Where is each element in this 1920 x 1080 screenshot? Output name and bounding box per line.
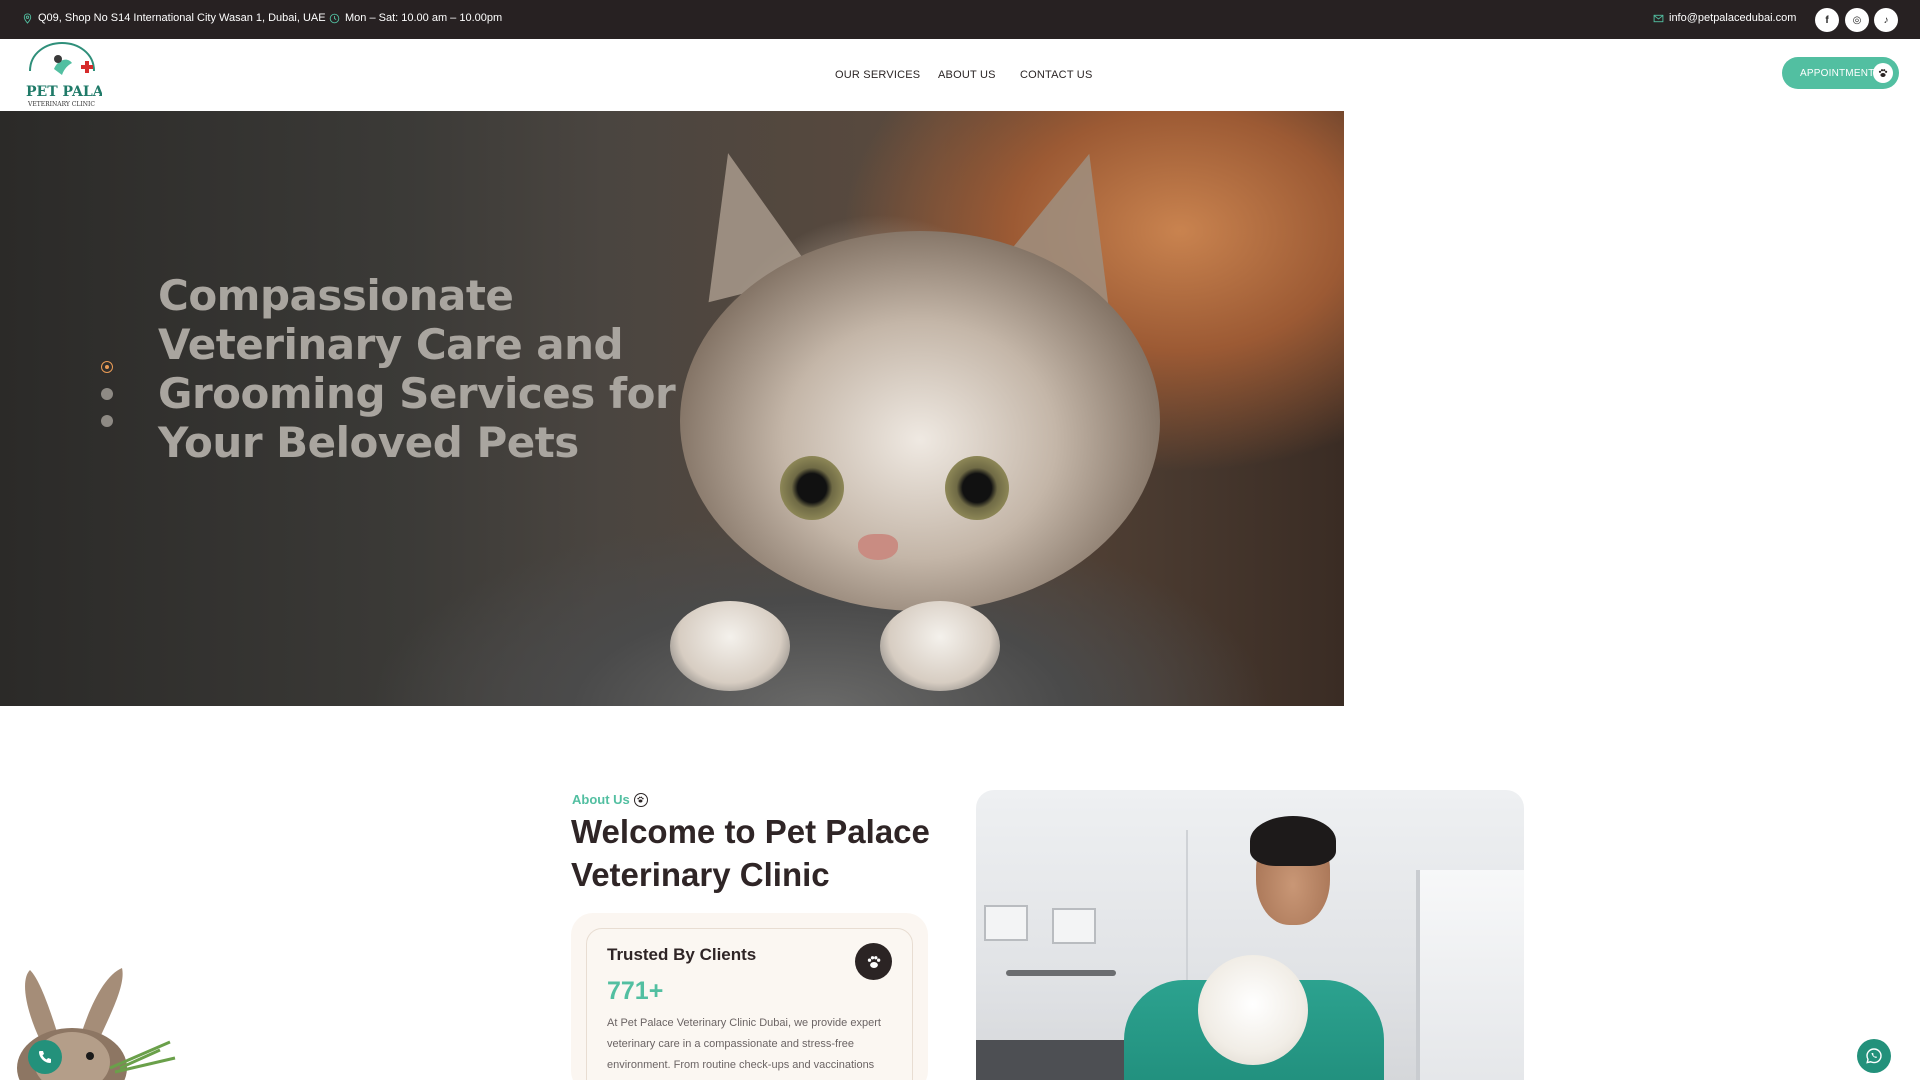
about-us-label: About Us [572, 792, 648, 807]
whatsapp-button[interactable] [1857, 1039, 1891, 1073]
email-link[interactable]: info@petpalacedubai.com [1653, 12, 1796, 24]
email-text: info@petpalacedubai.com [1669, 12, 1797, 24]
hero-image-part [880, 601, 1000, 691]
hours-text: Mon – Sat: 10.00 am – 10.00pm [345, 12, 503, 24]
image-part [1250, 816, 1336, 866]
paw-icon [633, 792, 648, 807]
site-header: PET PALACE VETERINARY CLINIC OUR SERVICE… [0, 39, 1920, 111]
about-us-label-text: About Us [572, 792, 630, 807]
hero-kitten-image [680, 231, 1160, 611]
nav-about-us[interactable]: ABOUT US [938, 69, 996, 81]
hero-image-part [670, 601, 790, 691]
trusted-card-title: Trusted By Clients [607, 945, 757, 964]
whatsapp-icon [1866, 1048, 1882, 1064]
about-heading: Welcome to Pet Palace Veterinary Clinic [571, 813, 930, 893]
hero-slider[interactable]: Compassionate Veterinary Care and Groomi… [0, 111, 1344, 706]
logo-line2: VETERINARY CLINIC [27, 101, 95, 108]
slider-dot-1[interactable] [101, 361, 113, 373]
hero-title: Compassionate Veterinary Care and Groomi… [158, 271, 676, 467]
image-part [1416, 870, 1524, 1080]
hero-image-part [858, 534, 898, 560]
mail-icon [1653, 14, 1664, 22]
slider-dot-3[interactable] [101, 415, 113, 427]
nav-our-services[interactable]: OUR SERVICES [835, 69, 920, 81]
opening-hours: Mon – Sat: 10.00 am – 10.00pm [329, 12, 502, 24]
instagram-icon[interactable]: ◎ [1845, 8, 1869, 32]
address-text: Q09, Shop No S14 International City Wasa… [38, 12, 326, 24]
logo-line1: PET PALACE [26, 84, 102, 100]
image-part [984, 905, 1028, 941]
top-bar: Q09, Shop No S14 International City Wasa… [0, 0, 1920, 39]
tiktok-icon[interactable]: ♪ [1874, 8, 1898, 32]
image-part [1198, 955, 1308, 1065]
clients-count: 771+ [607, 977, 664, 1005]
trusted-card-text: At Pet Palace Veterinary Clinic Dubai, w… [607, 1017, 881, 1071]
image-part [1006, 970, 1116, 976]
hero-image-part [945, 456, 1009, 520]
hero-image-part [780, 456, 844, 520]
appointment-label: APPOINTMENT [1800, 67, 1875, 79]
paw-icon [1873, 63, 1893, 83]
paw-icon [855, 943, 892, 980]
vet-with-dog-image [976, 790, 1524, 1080]
map-pin-icon [23, 12, 32, 24]
call-button[interactable] [28, 1040, 62, 1074]
slider-dot-2[interactable] [101, 388, 113, 400]
pet-palace-logo[interactable]: PET PALACE VETERINARY CLINIC [24, 41, 102, 109]
facebook-icon[interactable]: f [1815, 8, 1839, 32]
clock-icon [329, 13, 340, 23]
address: Q09, Shop No S14 International City Wasa… [22, 12, 326, 24]
appointment-button[interactable]: APPOINTMENT [1782, 57, 1899, 89]
phone-icon [39, 1051, 51, 1063]
image-part [1052, 908, 1096, 944]
nav-contact-us[interactable]: CONTACT US [1020, 69, 1093, 81]
